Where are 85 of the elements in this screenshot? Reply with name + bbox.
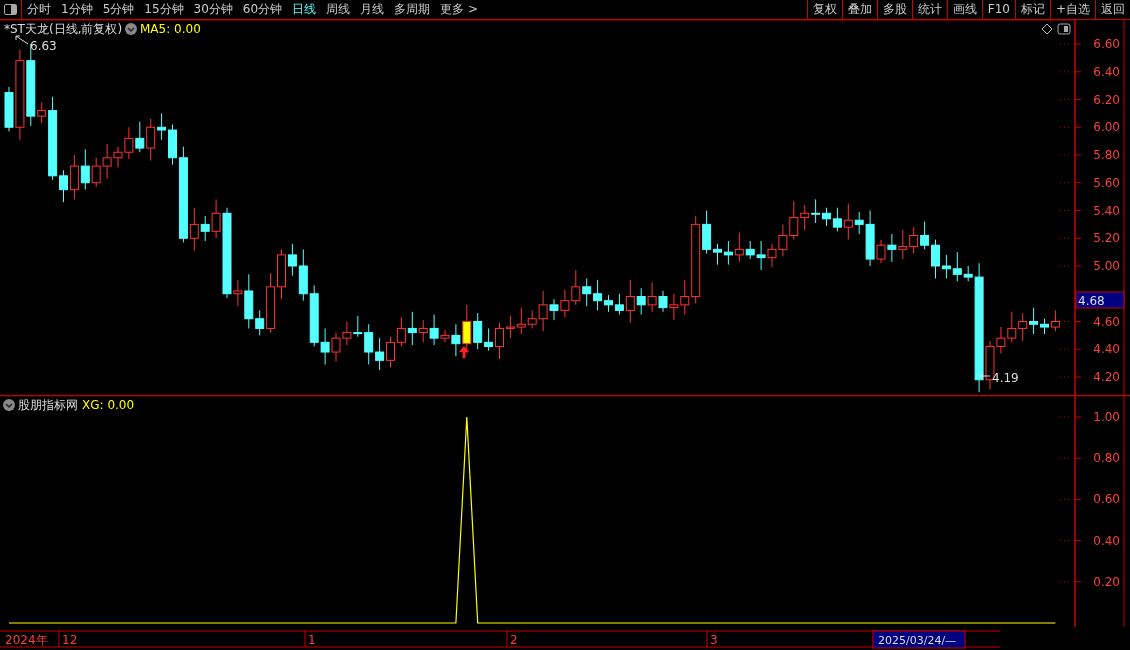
candlestick xyxy=(571,269,581,306)
ma5-reading: MA5: 0.00 xyxy=(140,22,201,36)
toolbar-button[interactable]: 标记 xyxy=(1014,0,1050,19)
up-arrow-icon xyxy=(459,346,469,358)
toolbar-button[interactable]: 复权 xyxy=(806,0,842,19)
month-label: 2 xyxy=(510,633,518,647)
period-tab[interactable]: 周线 xyxy=(321,1,356,18)
candlestick xyxy=(898,229,908,260)
indicator-axis-label: 0.80 xyxy=(1093,451,1120,466)
toolbar-button[interactable]: 多股 xyxy=(876,0,912,19)
candlestick xyxy=(1018,312,1028,342)
candlestick xyxy=(887,233,897,263)
period-tab[interactable]: 分时 xyxy=(22,1,56,18)
dropdown-icon[interactable] xyxy=(125,23,137,35)
candlestick xyxy=(516,307,526,335)
period-tab[interactable]: 30分钟 xyxy=(188,1,238,18)
candlestick xyxy=(909,226,919,254)
indicator-title: 股朋指标网 xyxy=(18,398,78,412)
xg-reading: XG: 0.00 xyxy=(82,398,135,412)
candlestick xyxy=(396,316,406,347)
toolbar-button[interactable]: +自选 xyxy=(1049,0,1095,19)
candlestick xyxy=(386,336,395,368)
month-label: 3 xyxy=(710,633,718,647)
period-tab[interactable]: 15分钟 xyxy=(139,1,189,18)
current-price-label: 4.68 xyxy=(1078,294,1105,308)
toolbar-button[interactable]: 画线 xyxy=(946,0,982,19)
toolbar-button[interactable]: 叠加 xyxy=(841,0,877,19)
candlestick xyxy=(135,121,145,153)
toolbar-button[interactable]: 返回 xyxy=(1095,0,1130,19)
year-label: 2024年 xyxy=(5,633,48,647)
high-price-label: 6.63 xyxy=(30,39,57,53)
indicator-axis-label: 0.40 xyxy=(1093,533,1120,548)
indicator-axis-label: 0.60 xyxy=(1093,492,1120,507)
toolbar-button[interactable]: 统计 xyxy=(911,0,947,19)
stock-title: *ST天龙(日线,前复权) xyxy=(4,22,123,36)
period-tab[interactable]: 更多 > xyxy=(435,1,483,18)
candlestick xyxy=(69,154,79,200)
candlestick xyxy=(920,221,930,250)
price-axis-label: 6.40 xyxy=(1093,64,1120,79)
candlestick xyxy=(331,332,341,363)
month-label: 12 xyxy=(62,633,78,647)
price-axis-label: 5.40 xyxy=(1093,203,1120,218)
period-tab[interactable]: 月线 xyxy=(355,1,390,18)
price-axis-label: 4.20 xyxy=(1093,370,1120,384)
candlestick xyxy=(723,240,733,266)
price-axis-label: 5.80 xyxy=(1093,148,1120,162)
high-marker-icon xyxy=(15,35,29,45)
price-axis-label: 6.60 xyxy=(1093,37,1120,51)
price-axis-label: 6.20 xyxy=(1093,92,1120,107)
candlestick xyxy=(669,293,679,321)
candlestick xyxy=(811,198,821,224)
diamond-icon[interactable] xyxy=(1041,23,1053,35)
candlestick xyxy=(375,337,385,371)
indicator-axis-label: 0.20 xyxy=(1093,574,1120,589)
candlestick xyxy=(778,223,788,257)
candlestick xyxy=(1007,311,1017,343)
period-tab[interactable]: 日线 xyxy=(287,1,322,18)
candlestick xyxy=(658,290,668,313)
candlestick xyxy=(80,148,90,191)
price-axis-label: 6.00 xyxy=(1093,120,1120,135)
candlestick xyxy=(822,207,831,227)
price-axis-label: 5.20 xyxy=(1093,231,1120,246)
month-label: 1 xyxy=(308,633,316,647)
period-tab[interactable]: 多周期 xyxy=(389,1,436,18)
toolbar-button[interactable]: F10 xyxy=(981,0,1015,19)
price-axis-label: 5.00 xyxy=(1093,259,1120,273)
period-tab[interactable]: 60分钟 xyxy=(237,1,288,18)
candlestick xyxy=(342,321,352,346)
dropdown-icon[interactable] xyxy=(3,399,15,411)
panel-toggle-icon[interactable] xyxy=(1057,23,1071,35)
candlestick xyxy=(91,157,101,188)
low-marker-icon xyxy=(979,372,991,380)
candlestick xyxy=(560,289,570,318)
price-axis-label: 4.40 xyxy=(1093,342,1120,357)
candlestick xyxy=(1050,309,1060,332)
period-tab[interactable]: 1分钟 xyxy=(56,1,98,18)
cursor-date-tag: 2025/03/24/— xyxy=(872,630,966,649)
candlestick xyxy=(647,282,657,313)
candlestick xyxy=(767,243,777,268)
candlestick xyxy=(582,278,592,307)
indicator-axis-label: 1.00 xyxy=(1093,410,1120,424)
low-price-label: 4.19 xyxy=(992,371,1019,385)
period-tab[interactable]: 5分钟 xyxy=(97,1,140,18)
price-axis-label: 4.60 xyxy=(1093,314,1120,329)
price-axis-label: 5.60 xyxy=(1093,175,1120,190)
